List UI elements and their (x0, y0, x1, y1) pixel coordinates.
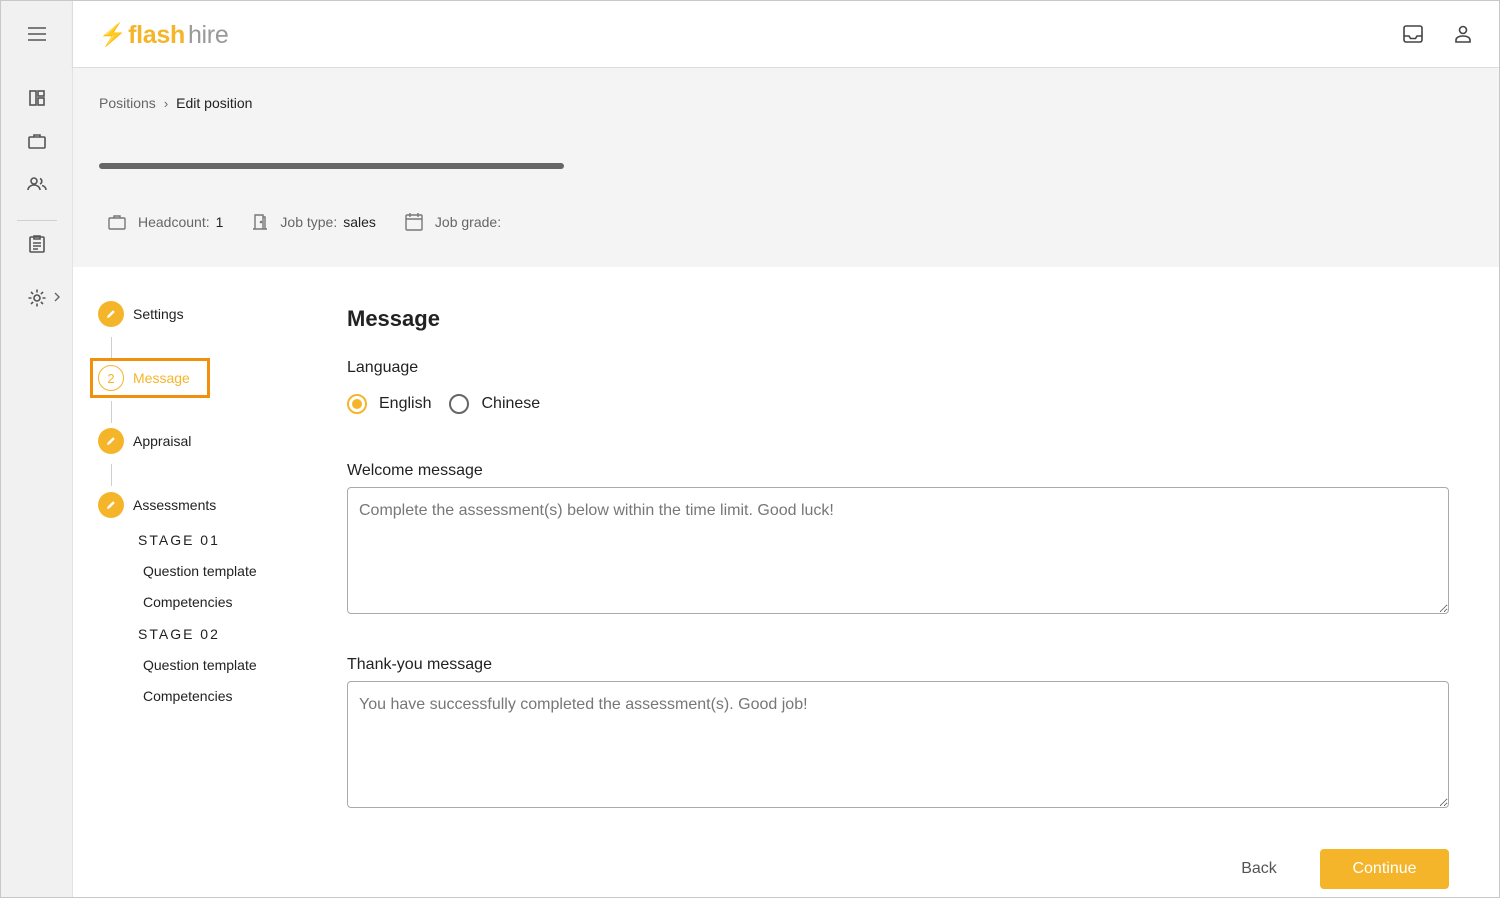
radio-label: Chinese (481, 395, 541, 412)
headcount-meta: Headcount: 1 (107, 213, 223, 231)
step-connector (111, 401, 112, 423)
thanks-label: Thank-you message (347, 656, 492, 673)
welcome-message-field[interactable] (347, 487, 1449, 614)
side-rail (1, 1, 73, 897)
headcount-label: Headcount: (138, 214, 210, 230)
account-icon[interactable] (1450, 21, 1476, 47)
step-label: Message (133, 370, 190, 386)
people-icon[interactable] (23, 170, 51, 198)
continue-button[interactable]: Continue (1320, 849, 1449, 889)
menu-icon[interactable] (23, 20, 51, 48)
stage-heading: STAGE 01 (138, 532, 220, 548)
step-settings[interactable]: Settings (98, 301, 184, 327)
radio-checked[interactable] (347, 394, 367, 414)
chevron-right-icon[interactable] (51, 290, 63, 304)
app-window: ⚡ flash hire Positions › Edit position H… (0, 0, 1500, 898)
brand-logo[interactable]: ⚡ flash hire (99, 19, 229, 51)
briefcase-icon (108, 215, 126, 230)
pencil-icon (98, 428, 124, 454)
welcome-label: Welcome message (347, 462, 483, 479)
step-message[interactable]: 2 Message (98, 365, 190, 391)
step-connector (111, 337, 112, 359)
dashboard-icon[interactable] (23, 84, 51, 112)
jobtype-value: sales (343, 214, 376, 230)
back-button[interactable]: Back (1219, 849, 1299, 889)
substep-competencies[interactable]: Competencies (143, 594, 233, 610)
radio-label: English (379, 395, 432, 412)
jobgrade-label: Job grade: (434, 214, 502, 230)
language-label: Language (347, 359, 419, 376)
step-connector (111, 464, 112, 486)
jobtype-meta: Job type: sales (251, 213, 376, 231)
top-header: ⚡ flash hire (73, 1, 1499, 68)
radio-chinese[interactable]: Chinese (449, 394, 540, 414)
step-label: Settings (133, 306, 184, 322)
substep-question-template[interactable]: Question template (143, 563, 257, 579)
step-assessments[interactable]: Assessments (98, 492, 216, 518)
radio-english[interactable]: English (347, 394, 431, 414)
bolt-icon: ⚡ (99, 22, 127, 47)
substep-question-template[interactable]: Question template (143, 657, 257, 673)
headcount-value: 1 (215, 214, 224, 230)
pencil-icon (98, 492, 124, 518)
calendar-icon (405, 213, 423, 231)
briefcase-icon[interactable] (23, 127, 51, 155)
door-icon (253, 214, 268, 230)
thank-you-message-field[interactable] (347, 681, 1449, 808)
gear-icon[interactable] (23, 284, 51, 312)
step-label: Appraisal (133, 433, 192, 449)
breadcrumb-current: Edit position (176, 95, 253, 111)
clipboard-icon[interactable] (23, 230, 51, 258)
stage-heading: STAGE 02 (138, 626, 220, 642)
step-number: 2 (98, 365, 124, 391)
brand-hire: hire (187, 20, 229, 49)
jobgrade-meta: Job grade: (404, 212, 507, 232)
radio-unchecked[interactable] (449, 394, 470, 414)
step-appraisal[interactable]: Appraisal (98, 428, 191, 454)
breadcrumb: Positions › Edit position (99, 95, 252, 111)
substep-competencies[interactable]: Competencies (143, 688, 233, 704)
form-title: Message (347, 306, 440, 331)
language-radio-group: English Chinese (347, 394, 558, 414)
breadcrumb-separator: › (163, 95, 169, 111)
position-summary: Positions › Edit position Headcount: 1 J… (73, 69, 1499, 267)
rail-divider (17, 220, 57, 221)
title-placeholder-bar (99, 163, 564, 169)
pencil-icon (98, 301, 124, 327)
inbox-icon[interactable] (1400, 21, 1426, 47)
brand-flash: flash (128, 20, 185, 49)
jobtype-label: Job type: (280, 214, 338, 230)
breadcrumb-positions[interactable]: Positions (99, 95, 156, 111)
position-meta: Headcount: 1 Job type: sales Job grade: (107, 212, 535, 232)
step-label: Assessments (133, 497, 217, 513)
